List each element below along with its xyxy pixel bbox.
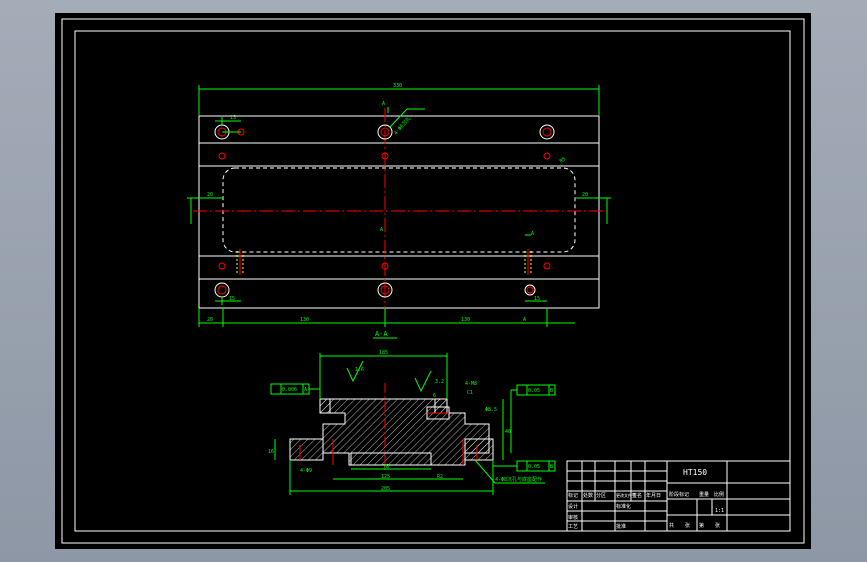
dim-hole-offset-c: 15 [534,296,540,302]
chamfer-note: C1 [467,390,473,396]
section-mark-mid: A [380,227,383,233]
hole-bottom-left [214,282,230,298]
pin-right-lower [543,262,551,270]
roughness-symbol-2 [414,370,432,393]
tb-process: 工艺 [568,524,578,530]
flatness-ref: A [304,387,307,393]
dim-mid-width: 78 [383,464,389,470]
tb-sheet-total: 共 [669,522,674,529]
tb-sheet-label: 张 [685,522,690,529]
section-body [319,398,490,466]
dim-bottom-width: 205 [381,486,390,492]
tb-scale-value: 1:1 [715,508,724,514]
title-block: HT150 标记 处数 分区 更改文件号 签名 年月日 设计 标准化 审核 工艺… [566,460,791,532]
section-flange-right [464,438,494,461]
bottom-left-label: 4-Φ9 [300,468,312,474]
drawing-sheet: 330 20 130 130 A 20 20 15 15 15 4-Φ6沉孔 R… [55,13,811,549]
section-title: A-A [375,330,388,338]
plan-view: 330 20 130 130 A 20 20 15 15 15 4-Φ6沉孔 R… [187,83,611,327]
tb-col-zone: 分区 [596,492,606,499]
roughness-1: 1.6 [355,367,364,373]
dim-span-mid: 130 [300,317,309,323]
dim-top-width: 185 [379,350,388,356]
section-mark-bottom: A [523,317,526,323]
pin-left-lower [218,262,226,270]
dim-left-offset: 20 [207,317,213,323]
radius-note: R2 [437,474,443,480]
dim-span-right: 130 [461,317,470,323]
roughness-2: 3.2 [435,379,444,385]
inner-dim-note: Φ8.5 [485,407,497,413]
dim-edge-left: 20 [207,192,213,198]
dim-height-right: 40 [505,429,511,435]
dim-hole-offset-a: 15 [230,115,236,121]
parallel-ref: B [550,388,553,394]
tb-review: 审核 [568,514,578,521]
material-label: HT150 [683,468,707,477]
drawing-canvas: 330 20 130 130 A 20 20 15 15 15 4-Φ6沉孔 R… [61,18,805,544]
parallel-ref-low: B [550,464,553,470]
section-view: A-A 185 78 125 205 16 40 0.006 A 0.05 B … [268,330,556,495]
thread-note: 4-M8 [465,381,477,387]
hole-bottom-right [524,284,536,296]
depth-note: 6 [433,393,436,399]
tb-sheet-label2: 张 [715,522,720,529]
dim-hole-offset-b: 15 [229,296,235,302]
tb-col-count: 处数 [583,492,593,499]
tb-sheet-no: 第 [699,522,704,529]
flatness-value: 0.006 [282,387,297,393]
pin-left-upper [218,152,226,160]
pocket-hidden-outline [222,167,576,253]
tb-col-sign: 签名 [632,492,642,499]
tb-weight: 重量 [699,491,709,498]
section-mark-top: A [382,101,385,107]
hole-top-right [539,124,555,140]
pin-right-upper [543,152,551,160]
tb-standardization: 标准化 [616,503,631,510]
parallel-value: 0.05 [528,388,540,394]
radius-callout: R5 [559,156,567,164]
dim-edge-right: 20 [582,192,588,198]
section-mark-right: A [531,231,534,237]
dim-inner-width: 125 [381,474,390,480]
tb-design: 设计 [568,503,578,510]
tb-stage-mark: 阶段标记 [669,491,689,498]
tb-col-date: 年月日 [646,492,661,499]
section-flange-left [289,438,324,461]
cad-viewport[interactable]: 330 20 130 130 A 20 20 15 15 15 4-Φ6沉孔 R… [0,0,867,562]
dim-height-left: 16 [268,449,274,455]
tb-scale: 比例 [714,491,724,498]
dim-overall-width: 330 [393,83,402,89]
parallel-value-low: 0.05 [528,464,540,470]
tb-approve: 批准 [616,523,626,530]
hole-callout: 4-Φ6沉孔 [392,115,412,136]
tb-col-mark: 标记 [568,492,578,499]
leader-note: 4-Φ8沉孔与底座配作 [495,476,542,483]
